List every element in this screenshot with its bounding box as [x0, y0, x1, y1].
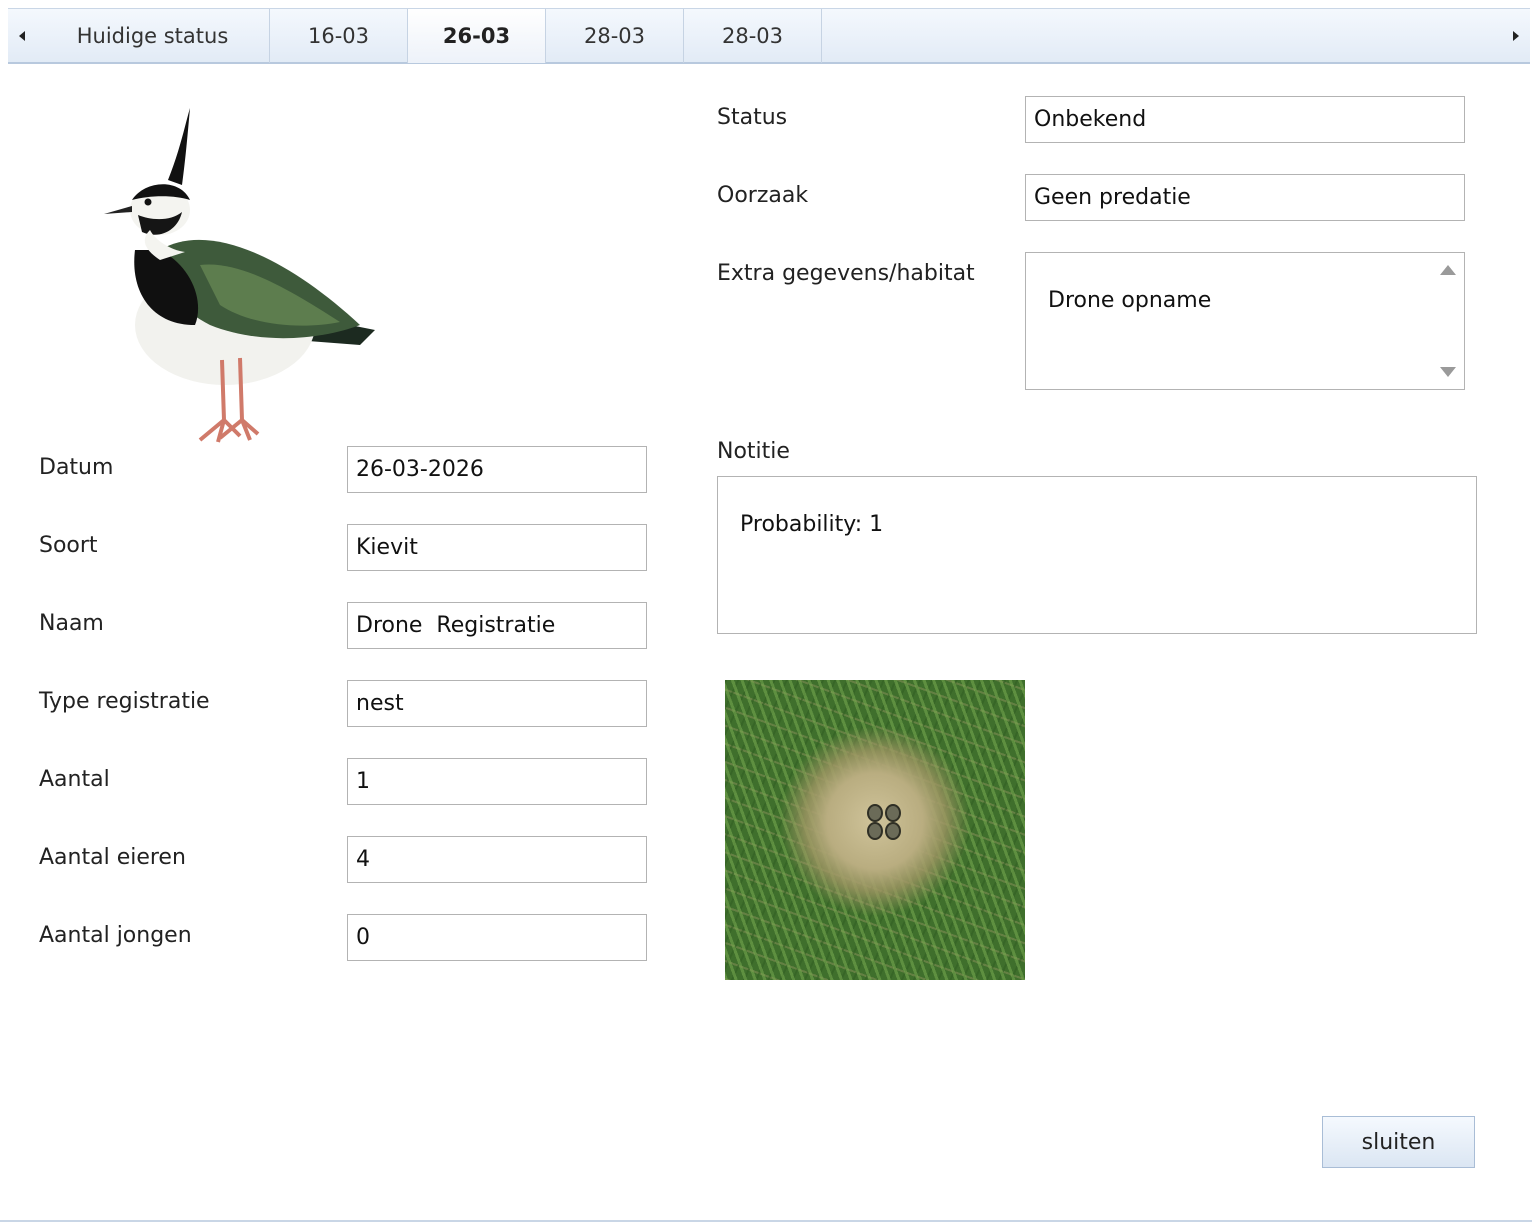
bottom-divider	[0, 1220, 1532, 1222]
notitie-label: Notitie	[717, 439, 790, 464]
soort-field[interactable]: Kievit	[347, 524, 647, 571]
soort-label: Soort	[39, 533, 98, 558]
egg-shape	[867, 822, 883, 840]
tab-28-03-a[interactable]: 28-03	[546, 9, 684, 63]
tab-26-03[interactable]: 26-03	[408, 9, 546, 63]
notitie-value: Probability: 1	[740, 512, 884, 537]
scroll-down-icon[interactable]	[1440, 367, 1456, 377]
extra-gegevens-textarea[interactable]: Drone opname	[1025, 252, 1465, 390]
nest-photo	[725, 680, 1025, 980]
close-button[interactable]: sluiten	[1322, 1116, 1475, 1168]
scroll-up-icon[interactable]	[1440, 265, 1456, 275]
status-field[interactable]: Onbekend	[1025, 96, 1465, 143]
type-registratie-label: Type registratie	[39, 689, 210, 714]
notitie-textarea[interactable]: Probability: 1	[717, 476, 1477, 634]
oorzaak-field[interactable]: Geen predatie	[1025, 174, 1465, 221]
aantal-jongen-label: Aantal jongen	[39, 923, 192, 948]
datum-field[interactable]: 26-03-2026	[347, 446, 647, 493]
datum-label: Datum	[39, 455, 114, 480]
aantal-jongen-field[interactable]: 0	[347, 914, 647, 961]
aantal-eieren-label: Aantal eieren	[39, 845, 186, 870]
aantal-eieren-field[interactable]: 4	[347, 836, 647, 883]
status-label: Status	[717, 105, 788, 130]
aantal-label: Aantal	[39, 767, 110, 792]
type-registratie-field[interactable]: nest	[347, 680, 647, 727]
extra-gegevens-value: Drone opname	[1048, 288, 1212, 313]
naam-field[interactable]: Drone Registratie	[347, 602, 647, 649]
tab-strip: Huidige status 16-03 26-03 28-03 28-03	[8, 8, 1530, 64]
naam-label: Naam	[39, 611, 104, 636]
chevron-left-icon[interactable]	[8, 9, 36, 63]
extra-gegevens-label: Extra gegevens/habitat	[717, 261, 975, 286]
tab-28-03-b[interactable]: 28-03	[684, 9, 822, 63]
egg-shape	[885, 804, 901, 822]
bird-illustration	[104, 108, 375, 443]
aantal-field[interactable]: 1	[347, 758, 647, 805]
tab-huidige-status[interactable]: Huidige status	[36, 9, 270, 63]
egg-shape	[885, 822, 901, 840]
oorzaak-label: Oorzaak	[717, 183, 809, 208]
chevron-right-icon[interactable]	[1502, 9, 1530, 63]
egg-shape	[867, 804, 883, 822]
tab-16-03[interactable]: 16-03	[270, 9, 408, 63]
